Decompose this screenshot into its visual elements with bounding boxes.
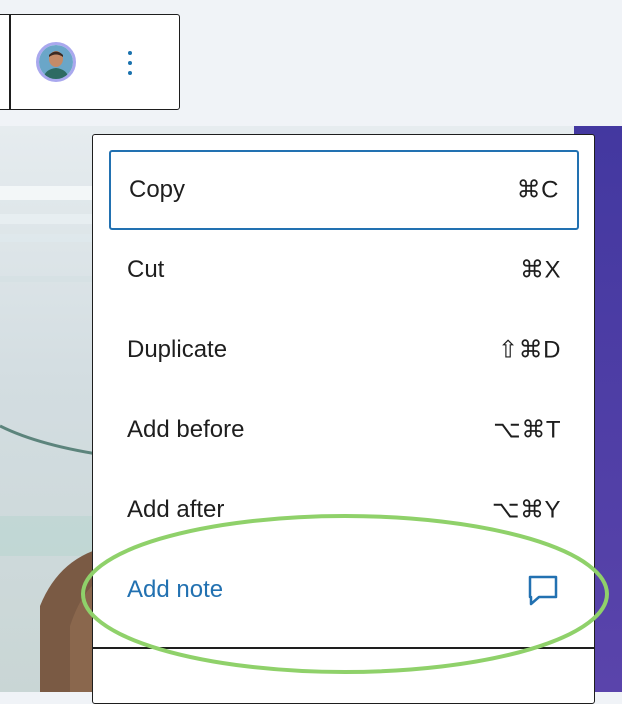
shortcut-hint: ⌥⌘Y [491, 496, 561, 524]
avatar-image [39, 45, 73, 79]
menu-separator [93, 647, 594, 649]
menu-item-add-note[interactable]: Add note [109, 550, 579, 630]
dot [128, 71, 132, 75]
menu-item-add-before[interactable]: Add before ⌥⌘T [109, 390, 579, 470]
menu-item-label: Add note [127, 576, 224, 603]
shortcut-hint: ⌥⌘T [493, 416, 561, 444]
menu-item-copy[interactable]: Copy ⌘C [109, 150, 579, 230]
shortcut-hint: ⇧⌘D [498, 336, 561, 364]
user-avatar[interactable] [36, 42, 76, 82]
comment-icon [528, 575, 558, 606]
menu-item-label: Duplicate [127, 336, 228, 363]
toolbar-divider [9, 15, 11, 109]
menu-item-label: Add before [127, 416, 245, 443]
menu-item-label: Add after [127, 496, 225, 523]
block-options-menu: Copy ⌘C Cut ⌘X Duplicate ⇧⌘D Add before … [92, 134, 595, 704]
block-toolbar [0, 14, 180, 110]
more-options-button[interactable] [115, 43, 145, 83]
menu-item-add-after[interactable]: Add after ⌥⌘Y [109, 470, 579, 550]
dot [128, 61, 132, 65]
shortcut-hint: ⌘X [519, 256, 561, 284]
menu-item-cut[interactable]: Cut ⌘X [109, 230, 579, 310]
shortcut-hint: ⌘C [516, 176, 559, 204]
editor-top-bar [0, 0, 622, 126]
menu-item-duplicate[interactable]: Duplicate ⇧⌘D [109, 310, 579, 390]
menu-item-label: Copy [129, 176, 186, 203]
dot [128, 51, 132, 55]
menu-item-label: Cut [127, 256, 165, 283]
